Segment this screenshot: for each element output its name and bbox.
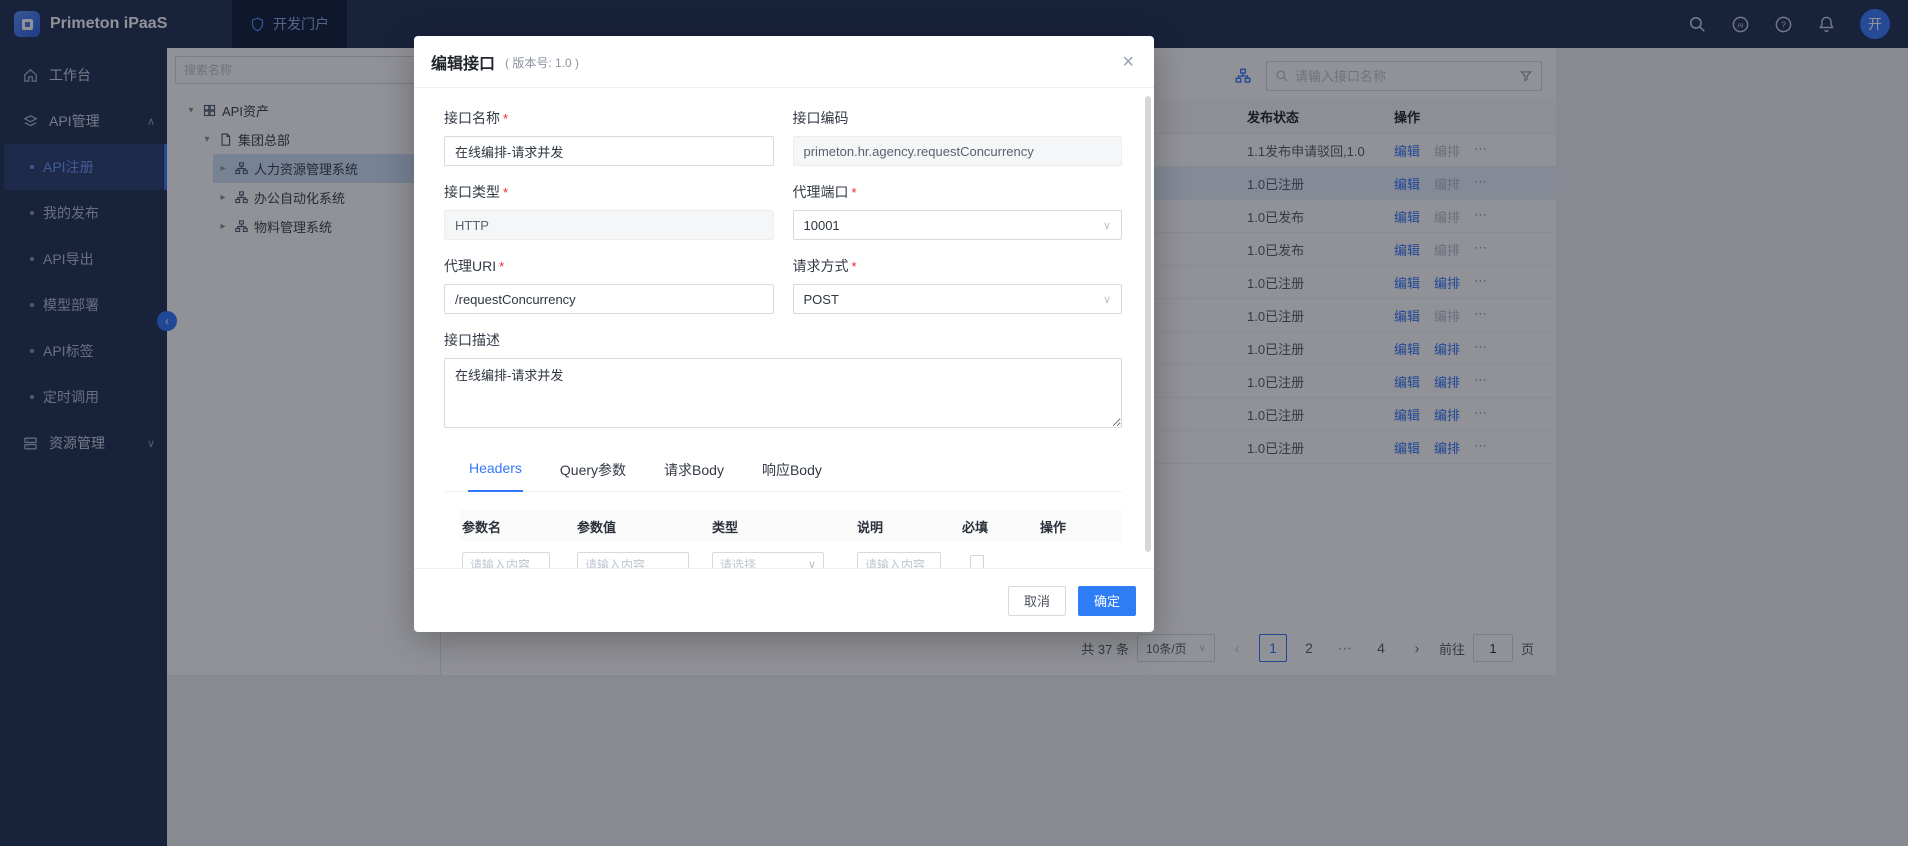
param-col-desc: 说明 xyxy=(857,517,962,536)
edit-api-modal: 编辑接口 ( 版本号: 1.0 ) × 接口名称 * 接口编码 接口类型 xyxy=(414,36,1154,632)
required-mark: * xyxy=(499,259,504,274)
required-checkbox[interactable] xyxy=(970,555,984,568)
field-label: 请求方式 xyxy=(793,256,849,276)
param-name-input[interactable] xyxy=(462,552,550,569)
modal-title: 编辑接口 xyxy=(431,50,495,74)
tab-headers[interactable]: Headers xyxy=(468,449,523,491)
param-col-required: 必填 xyxy=(962,517,1040,536)
api-code-input xyxy=(793,136,1123,166)
param-col-name: 参数名 xyxy=(462,517,577,536)
param-table-header: 参数名 参数值 类型 说明 必填 操作 xyxy=(460,510,1122,542)
required-mark: * xyxy=(852,259,857,274)
tab-request-body[interactable]: 请求Body xyxy=(663,449,725,491)
chevron-down-icon: ∨ xyxy=(1103,219,1111,232)
required-mark: * xyxy=(503,185,508,200)
param-col-type: 类型 xyxy=(712,517,857,536)
param-table: 参数名 参数值 类型 说明 必填 操作 请选择 ∨ xyxy=(460,510,1122,568)
param-value-input[interactable] xyxy=(577,552,689,569)
param-table-row: 请选择 ∨ xyxy=(460,542,1122,568)
confirm-button[interactable]: 确定 xyxy=(1078,586,1136,616)
field-proxy-port: 代理端口 * 10001 ∨ xyxy=(793,182,1123,240)
modal-scrollbar[interactable] xyxy=(1145,96,1151,552)
field-api-name: 接口名称 * xyxy=(444,108,774,166)
api-name-input[interactable] xyxy=(444,136,774,166)
field-label: 接口类型 xyxy=(444,182,500,202)
field-api-desc: 接口描述 在线编排-请求并发 xyxy=(444,330,1122,433)
proxy-port-select[interactable]: 10001 ∨ xyxy=(793,210,1123,240)
tab-response-body[interactable]: 响应Body xyxy=(761,449,823,491)
chevron-down-icon: ∨ xyxy=(808,558,816,568)
tab-query-params[interactable]: Query参数 xyxy=(559,449,627,491)
field-proxy-uri: 代理URI * xyxy=(444,256,774,314)
field-label: 代理端口 xyxy=(793,182,849,202)
param-type-select[interactable]: 请选择 ∨ xyxy=(712,552,824,569)
param-type-placeholder: 请选择 xyxy=(720,556,756,568)
field-label: 接口描述 xyxy=(444,330,500,350)
chevron-down-icon: ∨ xyxy=(1103,293,1111,306)
field-request-method: 请求方式 * POST ∨ xyxy=(793,256,1123,314)
field-label: 接口编码 xyxy=(793,108,849,128)
field-api-type: 接口类型 * xyxy=(444,182,774,240)
param-col-actions: 操作 xyxy=(1040,517,1122,536)
field-label: 接口名称 xyxy=(444,108,500,128)
param-desc-input[interactable] xyxy=(857,552,941,569)
api-desc-textarea[interactable]: 在线编排-请求并发 xyxy=(444,358,1122,428)
modal-footer: 取消 确定 xyxy=(414,568,1154,632)
close-icon[interactable]: × xyxy=(1122,52,1134,72)
modal-body: 接口名称 * 接口编码 接口类型 * 代理端口 xyxy=(414,88,1154,568)
field-label: 代理URI xyxy=(444,256,496,276)
modal-version: ( 版本号: 1.0 ) xyxy=(505,54,579,71)
request-method-select[interactable]: POST ∨ xyxy=(793,284,1123,314)
required-mark: * xyxy=(503,111,508,126)
modal-header: 编辑接口 ( 版本号: 1.0 ) × xyxy=(414,36,1154,88)
request-method-value: POST xyxy=(804,292,839,307)
api-type-input xyxy=(444,210,774,240)
param-tabs: Headers Query参数 请求Body 响应Body xyxy=(444,449,1122,492)
proxy-port-value: 10001 xyxy=(804,218,840,233)
param-col-value: 参数值 xyxy=(577,517,712,536)
required-mark: * xyxy=(852,185,857,200)
field-api-code: 接口编码 xyxy=(793,108,1123,166)
cancel-button[interactable]: 取消 xyxy=(1008,586,1066,616)
proxy-uri-input[interactable] xyxy=(444,284,774,314)
